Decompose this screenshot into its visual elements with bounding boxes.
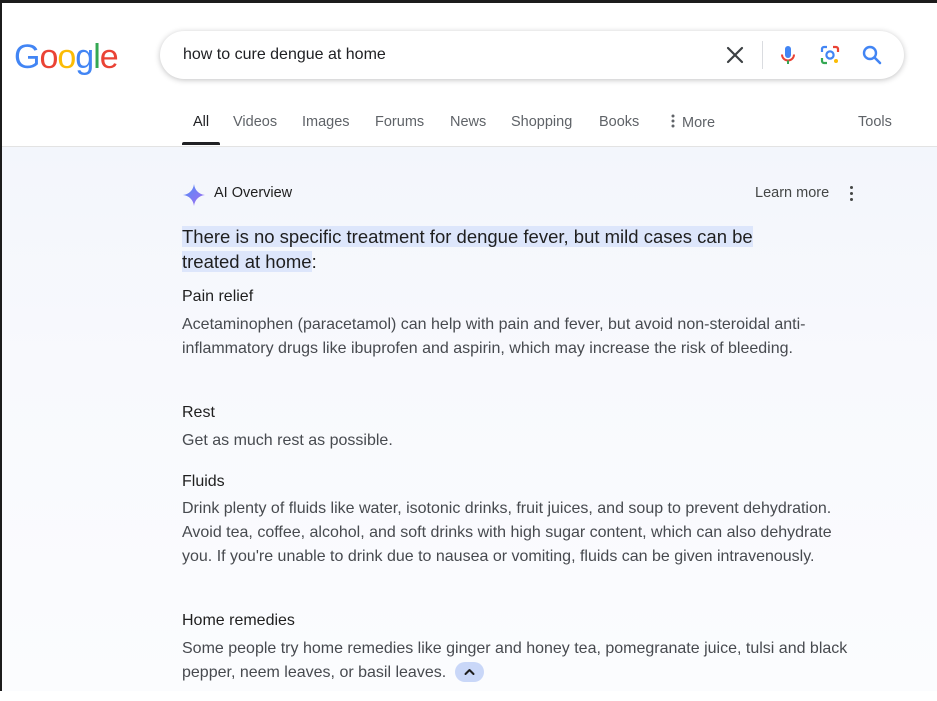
tools-button[interactable]: Tools: [858, 114, 892, 130]
section-body: Acetaminophen (paracetamol) can help wit…: [182, 316, 806, 357]
logo-letter: g: [75, 38, 94, 76]
collapse-button[interactable]: [454, 661, 484, 682]
section-body-container: Some people try home remedies like ginge…: [182, 637, 852, 685]
camera-lens-icon[interactable]: [818, 43, 842, 67]
tab-more-label: More: [682, 115, 716, 131]
chevron-up-icon: [464, 668, 475, 675]
ai-overview-title: AI Overview: [214, 185, 293, 201]
section-body: Some people try home remedies like ginge…: [182, 640, 848, 681]
gemini-sparkle-icon: [183, 184, 205, 206]
tab-forums[interactable]: Forums: [375, 114, 424, 130]
lead-highlight: There is no specific treatment for dengu…: [182, 226, 753, 247]
tab-images[interactable]: Images: [302, 114, 350, 130]
lead-tail: :: [311, 251, 317, 272]
search-input[interactable]: how to cure dengue at home: [183, 46, 386, 64]
tab-shopping[interactable]: Shopping: [511, 114, 572, 130]
search-icon[interactable]: [860, 43, 884, 67]
tab-videos[interactable]: Videos: [233, 114, 277, 130]
tab-books[interactable]: Books: [599, 114, 639, 130]
tab-news[interactable]: News: [450, 114, 486, 130]
lead-highlight: treated at home: [182, 251, 312, 272]
section-heading: Home remedies: [182, 612, 295, 629]
search-bar[interactable]: how to cure dengue at home: [160, 31, 904, 79]
page-bottom-edge: [0, 691, 937, 701]
section-heading: Rest: [182, 404, 215, 421]
close-icon[interactable]: [723, 43, 747, 67]
section-heading: Pain relief: [182, 288, 254, 305]
search-divider: [762, 41, 763, 69]
section-heading: Fluids: [182, 473, 225, 490]
more-vert-icon: [671, 114, 675, 128]
section-body: Get as much rest as possible.: [182, 432, 393, 449]
ai-overview-menu-icon[interactable]: [848, 186, 854, 202]
microphone-icon[interactable]: [776, 43, 800, 67]
logo-letter: G: [14, 38, 40, 76]
window-top-border: [0, 0, 937, 3]
ai-overview-lead: There is no specific treatment for dengu…: [182, 224, 842, 274]
logo-letter: e: [99, 38, 119, 76]
active-tab-indicator: [182, 142, 220, 145]
tab-more[interactable]: More: [670, 114, 715, 131]
tab-all[interactable]: All: [193, 114, 209, 130]
learn-more-link[interactable]: Learn more: [755, 185, 829, 201]
section-body: Drink plenty of fluids like water, isoto…: [182, 500, 832, 565]
logo-letter: o: [57, 38, 76, 76]
google-logo[interactable]: Google: [14, 38, 119, 77]
logo-letter: o: [39, 38, 58, 76]
